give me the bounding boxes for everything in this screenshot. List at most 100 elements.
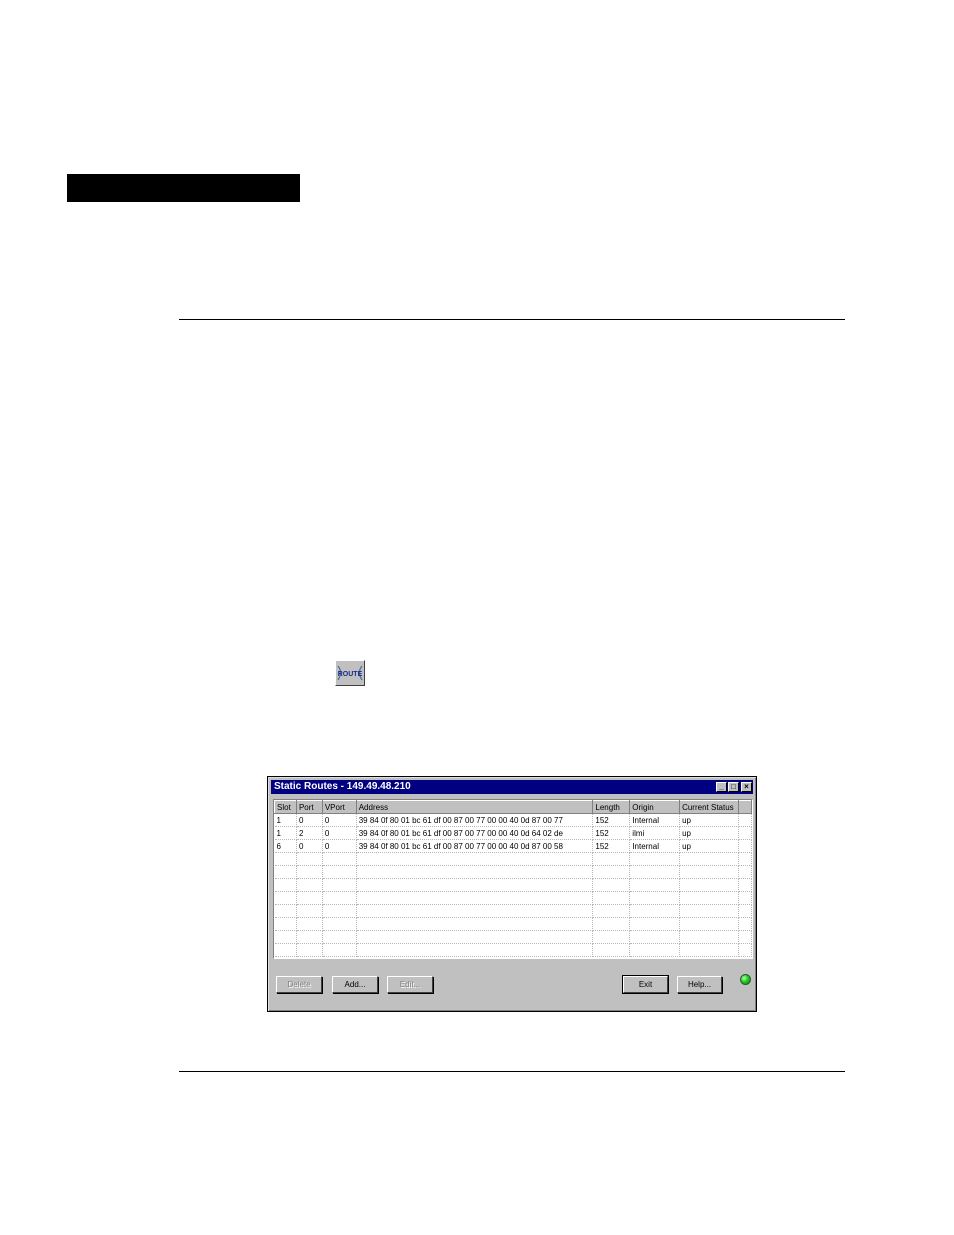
table-cell-empty	[679, 943, 740, 957]
table-cell-empty	[629, 852, 681, 866]
table-cell: 152	[592, 813, 631, 827]
column-header[interactable]: Port	[295, 800, 323, 814]
table-cell-empty	[322, 930, 357, 944]
table-cell-empty	[296, 930, 323, 944]
table-cell-empty	[629, 930, 681, 944]
table-cell-empty	[679, 891, 740, 905]
table-row-empty[interactable]	[274, 930, 752, 944]
table-cell-empty	[274, 904, 297, 918]
route-toolbar-button[interactable]: ROUTE	[335, 660, 365, 686]
table-header-row: Slot Port VPort Address Length Origin Current …	[274, 800, 752, 814]
routes-table-container[interactable]: Slot Port VPort Address Length Origin Current …	[273, 799, 753, 959]
window-title: Static Routes - 149.49.48.210	[274, 781, 411, 792]
add-button[interactable]: Add...	[332, 976, 378, 993]
table-cell: 1	[274, 813, 297, 827]
table-cell-empty	[322, 865, 357, 879]
bottom-rule	[179, 1071, 845, 1072]
table-cell-empty	[322, 904, 357, 918]
table-cell-empty	[356, 852, 594, 866]
column-header[interactable]: Origin	[629, 800, 681, 814]
column-header[interactable]: Slot	[274, 800, 297, 814]
table-cell-empty	[356, 904, 594, 918]
table-cell: 152	[592, 839, 631, 853]
help-button[interactable]: Help...	[677, 976, 722, 993]
table-cell-filler	[738, 839, 752, 853]
maximize-icon: □	[731, 782, 736, 791]
minimize-icon: _	[719, 782, 724, 791]
table-cell-empty	[592, 852, 631, 866]
column-header[interactable]: Length	[592, 800, 631, 814]
table-cell-empty	[679, 865, 740, 879]
exit-button[interactable]: Exit	[622, 975, 669, 994]
table-cell-empty	[592, 904, 631, 918]
top-rule	[179, 319, 845, 320]
table-cell-empty	[592, 865, 631, 879]
table-row-empty[interactable]	[274, 943, 752, 957]
table-cell-empty	[296, 891, 323, 905]
table-cell-empty	[738, 943, 752, 957]
edit-button[interactable]: Edit...	[387, 976, 433, 993]
window-titlebar[interactable]: Static Routes - 149.49.48.210 _ □ ×	[271, 780, 753, 794]
table-cell-empty	[629, 891, 681, 905]
close-button[interactable]: ×	[741, 782, 752, 792]
table-cell-empty	[679, 904, 740, 918]
table-cell-filler	[738, 813, 752, 827]
table-cell-empty	[592, 943, 631, 957]
table-row-empty[interactable]	[274, 878, 752, 892]
table-row-empty[interactable]	[274, 904, 752, 918]
table-cell: 1	[274, 826, 297, 840]
table-cell-empty	[679, 878, 740, 892]
table-cell: 0	[322, 826, 357, 840]
header-black-bar	[67, 174, 300, 202]
table-cell: 0	[322, 813, 357, 827]
table-cell-empty	[356, 865, 594, 879]
table-cell-empty	[629, 865, 681, 879]
table-cell-empty	[738, 904, 752, 918]
table-cell-empty	[296, 852, 323, 866]
table-cell-empty	[274, 878, 297, 892]
table-cell-empty	[322, 917, 357, 931]
static-routes-window: Static Routes - 149.49.48.210 _ □ × Slot…	[267, 776, 757, 1012]
table-cell-empty	[592, 891, 631, 905]
column-header[interactable]: Address	[355, 800, 594, 814]
table-cell-empty	[738, 930, 752, 944]
table-cell: 0	[296, 813, 323, 827]
column-header[interactable]: Current Status	[679, 800, 740, 814]
table-cell: 39 84 0f 80 01 bc 61 df 00 87 00 77 00 0…	[356, 813, 594, 827]
table-cell-empty	[296, 904, 323, 918]
table-cell: Internal	[629, 839, 681, 853]
table-row[interactable]: 6 0 0 39 84 0f 80 01 bc 61 df 00 87 00 77 0…	[274, 839, 752, 853]
table-cell-empty	[629, 878, 681, 892]
table-cell-empty	[679, 852, 740, 866]
table-cell-empty	[592, 917, 631, 931]
table-row[interactable]: 1 2 0 39 84 0f 80 01 bc 61 df 00 87 00 77 0…	[274, 826, 752, 840]
table-cell: 0	[322, 839, 357, 853]
table-cell-empty	[592, 878, 631, 892]
delete-button[interactable]: Delete	[276, 976, 322, 993]
table-cell-empty	[274, 917, 297, 931]
column-header-filler	[738, 800, 752, 814]
table-cell-empty	[679, 930, 740, 944]
minimize-button[interactable]: _	[716, 782, 727, 792]
table-row-empty[interactable]	[274, 852, 752, 866]
table-cell-empty	[296, 917, 323, 931]
table-cell: ilmi	[629, 826, 681, 840]
table-cell-empty	[738, 852, 752, 866]
table-row[interactable]: 1 0 0 39 84 0f 80 01 bc 61 df 00 87 00 77 0…	[274, 813, 752, 827]
table-cell: up	[679, 839, 740, 853]
table-cell-empty	[738, 891, 752, 905]
table-row-empty[interactable]	[274, 865, 752, 879]
table-cell: 6	[274, 839, 297, 853]
table-row-empty[interactable]	[274, 917, 752, 931]
table-cell-empty	[356, 943, 594, 957]
table-cell: Internal	[629, 813, 681, 827]
status-led-icon	[740, 974, 751, 985]
table-cell-empty	[356, 891, 594, 905]
table-cell-empty	[322, 891, 357, 905]
table-cell-empty	[296, 943, 323, 957]
table-cell: 0	[296, 839, 323, 853]
maximize-button[interactable]: □	[728, 782, 739, 792]
column-header[interactable]: VPort	[321, 800, 357, 814]
table-cell-empty	[322, 943, 357, 957]
table-row-empty[interactable]	[274, 891, 752, 905]
